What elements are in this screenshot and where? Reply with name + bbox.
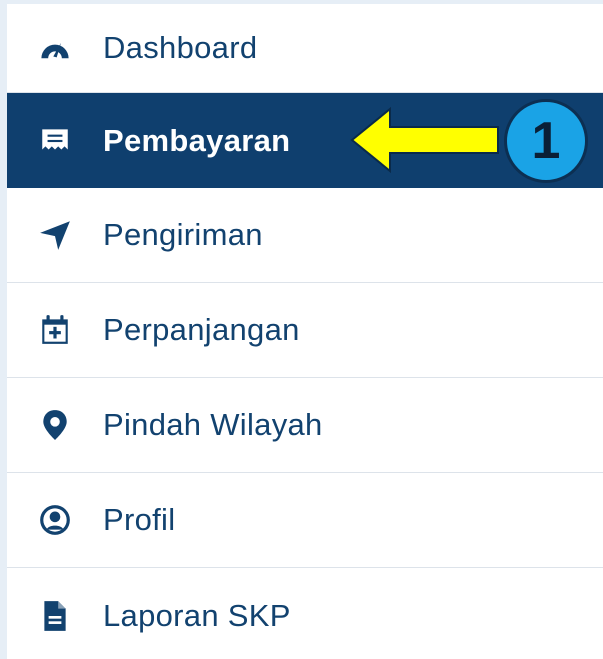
sidebar-item-label: Pengiriman [103, 217, 263, 252]
sidebar-item-laporan-skp[interactable]: Laporan SKP [7, 568, 603, 659]
paper-plane-icon [7, 218, 103, 252]
receipt-icon [7, 124, 103, 158]
sidebar-item-dashboard[interactable]: Dashboard [7, 4, 603, 93]
sidebar-item-pindah-wilayah[interactable]: Pindah Wilayah [7, 378, 603, 473]
sidebar-item-pembayaran[interactable]: Pembayaran 1 [7, 93, 603, 188]
sidebar-item-label: Pindah Wilayah [103, 407, 323, 442]
sidebar-item-label: Profil [103, 502, 176, 537]
user-circle-icon [7, 503, 103, 537]
step-number-badge: 1 [504, 99, 588, 183]
document-icon [7, 599, 103, 633]
location-pin-icon [7, 408, 103, 442]
sidebar-item-label: Laporan SKP [103, 597, 291, 633]
sidebar-menu: Dashboard Pembayaran 1 Pengiriman Perpan… [7, 4, 603, 659]
sidebar-item-pengiriman[interactable]: Pengiriman [7, 188, 603, 283]
calendar-plus-icon [7, 313, 103, 347]
sidebar-item-label: Pembayaran [103, 122, 291, 158]
sidebar-item-label: Dashboard [103, 30, 258, 65]
sidebar-item-perpanjangan[interactable]: Perpanjangan [7, 283, 603, 378]
dashboard-gauge-icon [7, 31, 103, 65]
sidebar-item-label: Perpanjangan [103, 312, 300, 347]
yellow-arrow-annotation [350, 106, 499, 174]
sidebar-item-profil[interactable]: Profil [7, 473, 603, 568]
